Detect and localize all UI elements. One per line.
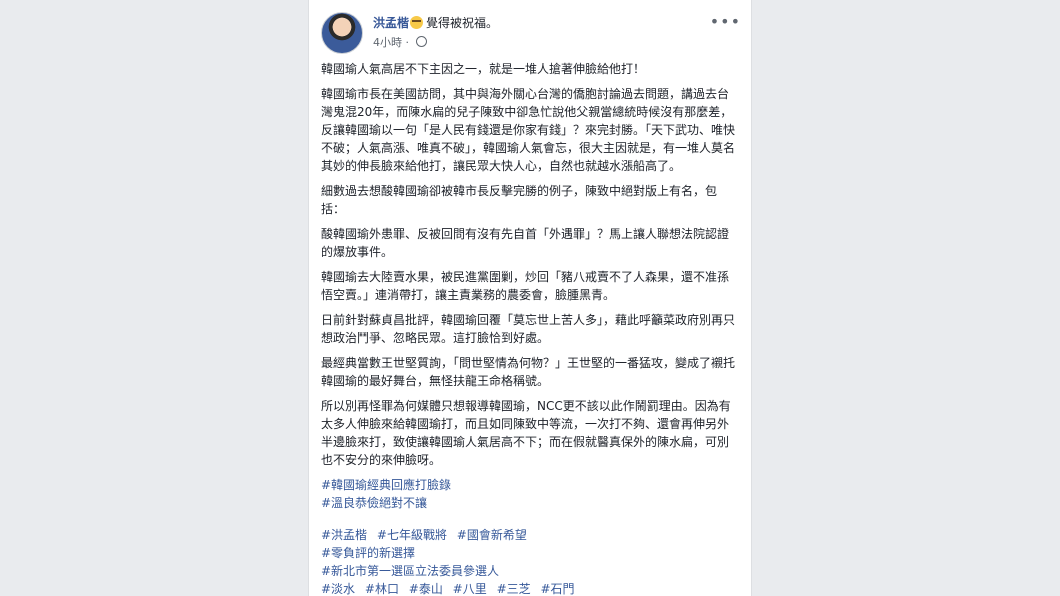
hashtag-link[interactable]: #零負評的新選擇 [321,546,415,560]
right-background [752,0,1060,596]
author-line: 洪孟楷 覺得被祝福。 [373,14,498,31]
hashtag-link[interactable]: #韓國瑜經典回應打臉錄 [321,478,451,492]
hashtag-link[interactable]: #淡水 [321,582,355,596]
author-name[interactable]: 洪孟楷 [373,16,409,30]
hashtag-group-2: #洪孟楷 #七年級戰將 #國會新希望 #零負評的新選擇 #新北市第一選區立法委員… [321,526,737,596]
post-header: 洪孟楷 覺得被祝福。 4小時 · ••• [321,10,741,54]
hashtag-link[interactable]: #泰山 [409,582,443,596]
post-paragraph: 所以別再怪罪為何媒體只想報導韓國瑜，NCC更不該以此作鬧罰理由。因為有太多人伸臉… [321,399,731,467]
post-meta: 4小時 · [373,34,427,50]
hashtag-group-1: #韓國瑜經典回應打臉錄 #溫良恭儉絕對不讓 [321,476,737,512]
feeling-text: 覺得被祝福。 [426,16,499,30]
hashtag-link[interactable]: #八里 [453,582,487,596]
post-paragraph: 日前針對蘇貞昌批評，韓國瑜回覆「莫忘世上苦人多」，藉此呼籲菜政府別再只想政治鬥爭… [321,313,736,345]
left-background [0,0,308,596]
hashtag-link[interactable]: #國會新希望 [457,528,527,542]
post-paragraph: 韓國瑜去大陸賣水果，被民進黨圍剿，炒回「豬八戒賣不了人森果，還不准孫悟空賣。」連… [321,270,730,302]
post-paragraph: 韓國瑜市長在美國訪問，其中與海外關心台灣的僑胞討論過去問題，講過去台灣鬼混20年… [321,87,736,173]
avatar[interactable] [321,12,363,54]
post-paragraph: 酸韓國瑜外患罪、反被回問有沒有先自首「外遇罪」？馬上讓人聯想法院認證的爆放事件。 [321,227,730,259]
post-paragraph: 細數過去想酸韓國瑜卻被韓市長反擊完勝的例子，陳致中絕對版上有名，包括： [321,184,718,216]
hashtag-link[interactable]: #七年級戰將 [377,528,447,542]
post-content: 韓國瑜人氣高居不下主因之一，就是一堆人搶著伸臉給他打！ 韓國瑜市長在美國訪問，其… [321,60,737,596]
meta-separator: · [405,36,410,49]
globe-icon[interactable] [415,36,427,47]
hashtag-link[interactable]: #新北市第一選區立法委員參選人 [321,564,499,578]
facebook-post-card: 洪孟楷 覺得被祝福。 4小時 · ••• 韓國瑜人氣高居不下主因之一，就是一堆人搶… [308,0,752,596]
hashtag-link[interactable]: #溫良恭儉絕對不讓 [321,496,427,510]
hashtag-link[interactable]: #石門 [540,582,574,596]
smiling-face-icon [410,16,424,29]
hashtag-link[interactable]: #林口 [365,582,399,596]
more-horizontal-icon[interactable]: ••• [710,12,741,31]
post-paragraph: 最經典當數王世堅質詢，「問世堅情為何物？」王世堅的一番猛攻，變成了襯托韓國瑜的最… [321,356,736,388]
post-timestamp[interactable]: 4小時 [373,36,402,49]
post-paragraph: 韓國瑜人氣高居不下主因之一，就是一堆人搶著伸臉給他打！ [321,62,646,76]
hashtag-link[interactable]: #洪孟楷 [321,528,367,542]
hashtag-link[interactable]: #三芝 [497,582,531,596]
